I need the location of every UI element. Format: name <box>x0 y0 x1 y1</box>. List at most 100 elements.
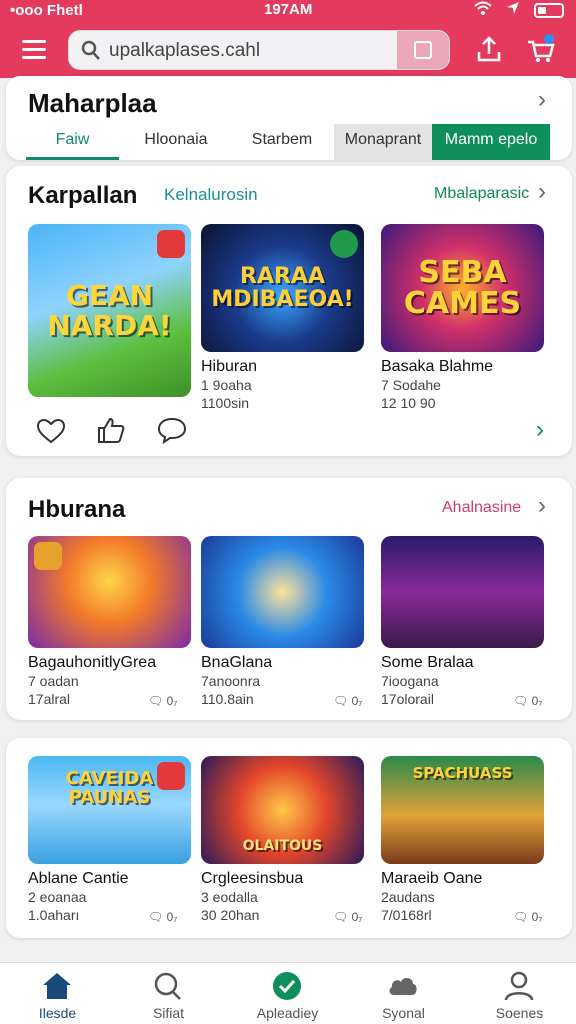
comment-count[interactable]: 🗨 0₇ <box>513 910 542 924</box>
see-all-link[interactable]: Ahalnasine <box>442 499 521 517</box>
scan-icon <box>414 41 432 59</box>
game-thumbnail <box>381 536 544 648</box>
search-input[interactable] <box>109 37 389 65</box>
game-card[interactable]: RARAA MDIBAEOA! Hiburan 1 9oaha 1100sin <box>201 224 364 412</box>
category-tabs: Faiw Hloonaia Starbem Monaprant Mamm epe… <box>26 124 556 160</box>
game-art-text: SEBA CAMES <box>403 254 522 321</box>
game-card[interactable]: GEAN NARDA! <box>28 224 191 397</box>
game-thumbnail <box>201 536 364 648</box>
game-title: BnaGlana <box>201 654 273 671</box>
section-more-games: CAVEIDA PAUNAS Ablane Cantie 2 eoanaa 1.… <box>6 738 572 938</box>
see-all-link[interactable]: Mbalaparasic <box>434 185 529 203</box>
game-card[interactable]: SPACHUASS Maraeib Oane 2audans 7/0168rl … <box>381 756 544 924</box>
dice-icon <box>157 230 185 258</box>
game-title: BagauhonitlyGrea <box>28 654 157 671</box>
cloud-badge-icon <box>330 230 358 258</box>
game-card[interactable]: BnaGlana 7anoonra 110.8ain 🗨 0₇ <box>201 536 364 708</box>
section-hburana: Hburana Ahalnasine › BagauhonitlyGrea 7 … <box>6 478 572 720</box>
nav-label: Syonal <box>382 1005 425 1021</box>
wifi-icon <box>474 1 492 19</box>
badge-icon <box>34 542 62 570</box>
nav-social[interactable]: Syonal <box>346 963 461 1024</box>
section-subtitle[interactable]: Kelnalurosin <box>164 185 258 205</box>
game-meta: 7anoonra <box>201 673 261 689</box>
section-title: Karpallan <box>28 182 138 209</box>
tab-hloonaia[interactable]: Hloonaia <box>124 124 228 160</box>
comment-icon: 🗨 <box>513 910 529 924</box>
comment-icon: 🗨 <box>333 694 349 708</box>
nav-label: Apleadiey <box>256 1005 319 1021</box>
comment-icon: 🗨 <box>148 910 164 924</box>
game-meta: 7 oadan <box>28 673 79 689</box>
clock: 197AM <box>264 1 313 18</box>
menu-icon[interactable] <box>22 40 46 60</box>
tab-mamm-epelo[interactable]: Mamm epelo <box>432 124 550 160</box>
game-meta: 2 eoanaa <box>28 889 87 905</box>
profile-icon <box>504 971 534 1001</box>
game-thumbnail: CAVEIDA PAUNAS <box>28 756 191 864</box>
promo-card: Maharplaa › Faiw Hloonaia Starbem Monapr… <box>6 76 572 160</box>
game-thumbnail <box>28 536 191 648</box>
game-meta: 7ioogana <box>381 673 439 689</box>
game-meta: 12 10 90 <box>381 395 436 411</box>
nav-label: Ilesde <box>38 1005 77 1021</box>
game-thumbnail: RARAA MDIBAEOA! <box>201 224 364 352</box>
search-bar[interactable] <box>68 30 450 70</box>
game-meta: 1100sin <box>201 395 250 411</box>
game-meta: 1 9oaha <box>201 377 252 393</box>
game-card[interactable]: CAVEIDA PAUNAS Ablane Cantie 2 eoanaa 1.… <box>28 756 191 924</box>
game-title: Ablane Cantie <box>28 870 129 887</box>
game-thumbnail: OLAITOUS <box>201 756 364 864</box>
nav-home[interactable]: Ilesde <box>0 963 115 1024</box>
thumbs-up-icon[interactable] <box>96 416 126 444</box>
chevron-right-icon[interactable]: › <box>538 86 546 114</box>
game-thumbnail: GEAN NARDA! <box>28 224 191 397</box>
tab-faiw[interactable]: Faiw <box>26 124 119 160</box>
bottom-nav: Ilesde Sifiat Apleadiey Syonal Soenes <box>0 962 576 1024</box>
nav-profile[interactable]: Soenes <box>462 963 576 1024</box>
game-art-text: OLAITOUS <box>242 838 323 855</box>
cloud-icon <box>389 978 417 995</box>
nav-label: Soenes <box>495 1005 544 1021</box>
game-card[interactable]: BagauhonitlyGrea 7 oadan 17alral 🗨 0₇ <box>28 536 191 708</box>
chat-icon[interactable] <box>156 416 188 444</box>
top-bar <box>0 22 576 78</box>
game-title: Some Bralaa <box>381 654 474 671</box>
game-title: Basaka Blahme <box>381 358 494 375</box>
upload-icon[interactable] <box>474 34 504 64</box>
comment-count[interactable]: 🗨 0₇ <box>333 910 362 924</box>
carrier-label: •ooo Fhetl <box>10 2 83 19</box>
chevron-right-icon[interactable]: › <box>538 492 546 520</box>
game-meta: 7 Sodahe <box>381 377 441 393</box>
game-title: Maraeib Oane <box>381 870 483 887</box>
search-icon <box>154 972 181 1000</box>
tab-starbem[interactable]: Starbem <box>232 124 332 160</box>
comment-count[interactable]: 🗨 0₇ <box>333 694 362 708</box>
game-card[interactable]: SEBA CAMES Basaka Blahme 7 Sodahe 12 10 … <box>381 224 544 412</box>
game-title: Hiburan <box>201 358 258 375</box>
comment-icon: 🗨 <box>148 694 164 708</box>
badge-icon <box>157 762 185 790</box>
game-card[interactable]: OLAITOUS Crgleesinsbua 3 eodalla 30 20ha… <box>201 756 364 924</box>
section-title: Hburana <box>28 496 126 523</box>
check-icon <box>273 972 301 1000</box>
game-art-text: SPACHUASS <box>412 764 513 782</box>
heart-icon[interactable] <box>36 418 66 444</box>
chevron-right-icon[interactable]: › <box>538 178 546 206</box>
chevron-right-icon[interactable]: › <box>536 416 544 444</box>
comment-count[interactable]: 🗨 0₇ <box>513 694 542 708</box>
tab-monaprant[interactable]: Monaprant <box>334 124 432 160</box>
comment-count[interactable]: 🗨 0₇ <box>148 910 177 924</box>
comment-count[interactable]: 🗨 0₇ <box>148 694 177 708</box>
scan-button[interactable] <box>397 31 449 69</box>
nav-search[interactable]: Sifiat <box>111 963 226 1024</box>
game-meta: 3 eodalla <box>201 889 258 905</box>
status-bar: •ooo Fhetl 197AM <box>0 0 576 22</box>
game-card[interactable]: Some Bralaa 7ioogana 17olorail 🗨 0₇ <box>381 536 544 708</box>
battery-icon <box>534 2 564 18</box>
nav-apps[interactable]: Apleadiey <box>230 963 345 1024</box>
game-meta: 2audans <box>381 889 435 905</box>
comment-icon: 🗨 <box>513 694 529 708</box>
cart-icon[interactable] <box>526 34 556 64</box>
game-title: Crgleesinsbua <box>201 870 304 887</box>
